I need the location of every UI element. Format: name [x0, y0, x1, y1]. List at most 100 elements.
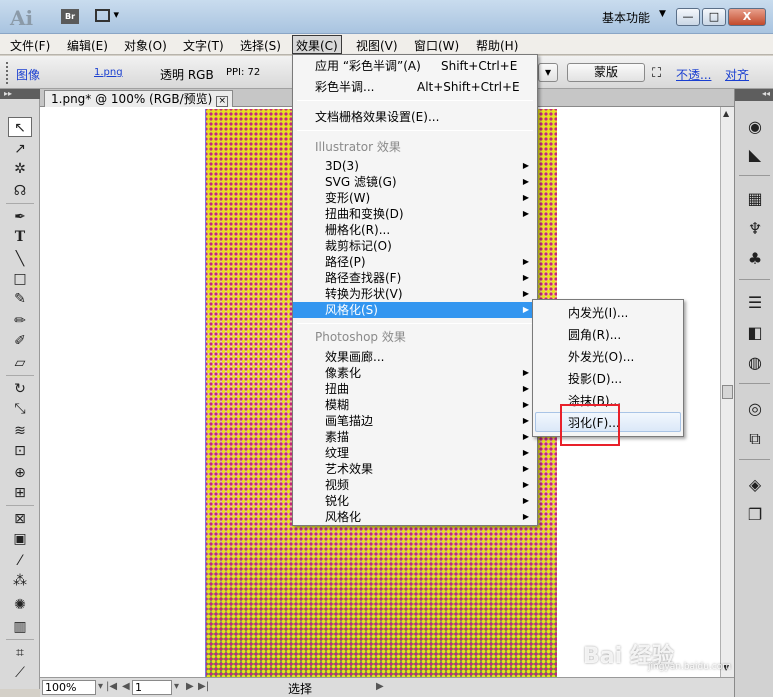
- menu-item-rasterize[interactable]: 栅格化(R)...: [293, 222, 537, 238]
- menu-item-crop-marks[interactable]: 裁剪标记(O): [293, 238, 537, 254]
- perspective-grid-tool-icon[interactable]: ⊞: [8, 483, 32, 503]
- lasso-tool-icon[interactable]: ☊: [8, 181, 32, 201]
- color-panel-icon[interactable]: ◉: [744, 117, 766, 137]
- menu-effect[interactable]: 效果(C): [292, 35, 342, 54]
- menu-item-3d[interactable]: 3D(3) ▶: [293, 158, 537, 174]
- gradient-panel-icon[interactable]: ◧: [744, 323, 766, 343]
- menu-item-brush-strokes[interactable]: 画笔描边 ▶: [293, 413, 537, 429]
- menu-type[interactable]: 文字(T): [183, 37, 224, 54]
- warp-tool-icon[interactable]: ≋: [8, 421, 32, 441]
- menu-select[interactable]: 选择(S): [240, 37, 281, 54]
- control-dropdown[interactable]: ▾: [538, 63, 558, 82]
- menu-item-inner-glow[interactable]: 内发光(I)...: [535, 303, 681, 323]
- appearance-icon[interactable]: ◎: [744, 399, 766, 419]
- type-tool-icon[interactable]: T: [8, 227, 32, 247]
- first-page-icon[interactable]: |◀: [106, 681, 117, 692]
- slice-tool-icon[interactable]: ⟋: [8, 663, 32, 683]
- bridge-button[interactable]: Br: [61, 9, 79, 24]
- menu-item-pathfinder[interactable]: 路径查找器(F) ▶: [293, 270, 537, 286]
- arrange-documents-button[interactable]: ▾: [95, 8, 127, 25]
- column-graph-tool-icon[interactable]: ▥: [8, 617, 32, 637]
- menu-item-convert-to-shape[interactable]: 转换为形状(V) ▶: [293, 286, 537, 302]
- rotate-tool-icon[interactable]: ↻: [8, 379, 32, 399]
- zoom-field[interactable]: 100%: [42, 680, 96, 695]
- layers-icon[interactable]: ◈: [744, 475, 766, 495]
- menu-object[interactable]: 对象(O): [124, 37, 167, 54]
- stroke-icon[interactable]: ☰: [744, 293, 766, 313]
- menu-item-blur[interactable]: 模糊 ▶: [293, 397, 537, 413]
- menu-help[interactable]: 帮助(H): [476, 37, 518, 54]
- blob-brush-tool-icon[interactable]: ✐: [8, 331, 32, 351]
- menu-item-distort[interactable]: 扭曲 ▶: [293, 381, 537, 397]
- magic-wand-tool-icon[interactable]: ✲: [8, 159, 32, 179]
- menu-item-distort-transform[interactable]: 扭曲和变换(D) ▶: [293, 206, 537, 222]
- pencil-tool-icon[interactable]: ✏: [8, 311, 32, 331]
- scrollbar-thumb[interactable]: [722, 385, 733, 399]
- menu-item-svg-filters[interactable]: SVG 滤镜(G) ▶: [293, 174, 537, 190]
- vertical-scrollbar[interactable]: ▲ ▼: [720, 107, 734, 677]
- menu-item-effect-gallery[interactable]: 效果画廊...: [293, 349, 537, 365]
- free-transform-tool-icon[interactable]: ⊡: [8, 441, 32, 461]
- menu-window[interactable]: 窗口(W): [414, 37, 459, 54]
- raster-settings-item[interactable]: 文档栅格效果设置(E)...: [293, 109, 537, 125]
- opacity-link[interactable]: 不透...: [676, 66, 711, 83]
- menu-item-texture[interactable]: 纹理 ▶: [293, 445, 537, 461]
- menu-item-artistic[interactable]: 艺术效果 ▶: [293, 461, 537, 477]
- apply-last-effect-item[interactable]: 应用 “彩色半调”(A) Shift+Ctrl+E: [293, 58, 537, 74]
- scroll-up-icon[interactable]: ▲: [723, 109, 729, 118]
- menu-item-sketch[interactable]: 素描 ▶: [293, 429, 537, 445]
- menu-file[interactable]: 文件(F): [10, 37, 50, 54]
- rectangle-tool-icon[interactable]: □: [8, 269, 32, 289]
- swatches-icon[interactable]: ▦: [744, 189, 766, 209]
- zoom-chevron-icon[interactable]: ▾: [98, 681, 103, 692]
- selection-tool-icon[interactable]: ↖: [8, 117, 32, 137]
- shape-builder-tool-icon[interactable]: ⊕: [8, 463, 32, 483]
- maximize-button[interactable]: □: [702, 8, 726, 26]
- eyedropper-tool-icon[interactable]: ⁄: [8, 551, 32, 571]
- next-page-icon[interactable]: ▶: [186, 681, 194, 692]
- linked-file-link[interactable]: 1.png: [94, 67, 123, 78]
- minimize-button[interactable]: —: [676, 8, 700, 26]
- line-tool-icon[interactable]: ╲: [8, 249, 32, 269]
- menu-item-warp[interactable]: 变形(W) ▶: [293, 190, 537, 206]
- status-menu-icon[interactable]: ▶: [376, 681, 384, 692]
- brushes-icon[interactable]: ♆: [744, 219, 766, 239]
- align-link[interactable]: 对齐: [725, 66, 749, 83]
- control-bar-grip[interactable]: [6, 62, 10, 84]
- menu-item-stylize-photoshop[interactable]: 风格化 ▶: [293, 509, 537, 525]
- transform-icon[interactable]: ⛶: [652, 66, 661, 81]
- pen-tool-icon[interactable]: ✒: [8, 207, 32, 227]
- dock-collapse-icon[interactable]: ◂◂: [735, 89, 773, 101]
- blend-tool-icon[interactable]: ⁂: [8, 571, 32, 591]
- prev-page-icon[interactable]: ◀: [122, 681, 130, 692]
- page-field[interactable]: 1: [132, 680, 172, 695]
- mesh-tool-icon[interactable]: ⊠: [8, 509, 32, 529]
- graphic-styles-icon[interactable]: ⧉: [744, 429, 766, 449]
- eraser-tool-icon[interactable]: ▱: [8, 353, 32, 373]
- scale-tool-icon[interactable]: ⤡: [8, 399, 32, 419]
- artboard-tool-icon[interactable]: ⌗: [8, 643, 32, 663]
- artboards-icon[interactable]: ❐: [744, 505, 766, 525]
- last-effect-item[interactable]: 彩色半调... Alt+Shift+Ctrl+E: [293, 79, 537, 95]
- close-icon[interactable]: ×: [216, 96, 229, 107]
- close-button[interactable]: X: [728, 8, 766, 26]
- menu-view[interactable]: 视图(V): [356, 37, 398, 54]
- menu-item-pixelate[interactable]: 像素化 ▶: [293, 365, 537, 381]
- menu-item-path[interactable]: 路径(P) ▶: [293, 254, 537, 270]
- menu-item-sharpen[interactable]: 锐化 ▶: [293, 493, 537, 509]
- paintbrush-tool-icon[interactable]: ✎: [8, 289, 32, 309]
- color-guide-icon[interactable]: ◣: [744, 145, 766, 165]
- page-chevron-icon[interactable]: ▾: [174, 681, 179, 692]
- workspace-chevron-icon[interactable]: ▼: [659, 9, 666, 19]
- menu-item-video[interactable]: 视频 ▶: [293, 477, 537, 493]
- symbols-icon[interactable]: ♣: [744, 249, 766, 269]
- workspace-switcher[interactable]: 基本功能: [602, 9, 650, 26]
- menu-item-round-corners[interactable]: 圆角(R)...: [535, 325, 681, 345]
- mask-button[interactable]: 蒙版: [567, 63, 645, 82]
- menu-item-stylize-illustrator[interactable]: 风格化(S) ▶: [293, 302, 537, 318]
- menu-item-drop-shadow[interactable]: 投影(D)...: [535, 369, 681, 389]
- symbol-sprayer-tool-icon[interactable]: ✺: [8, 595, 32, 615]
- menu-item-outer-glow[interactable]: 外发光(O)...: [535, 347, 681, 367]
- menu-edit[interactable]: 编辑(E): [67, 37, 108, 54]
- gradient-tool-icon[interactable]: ▣: [8, 529, 32, 549]
